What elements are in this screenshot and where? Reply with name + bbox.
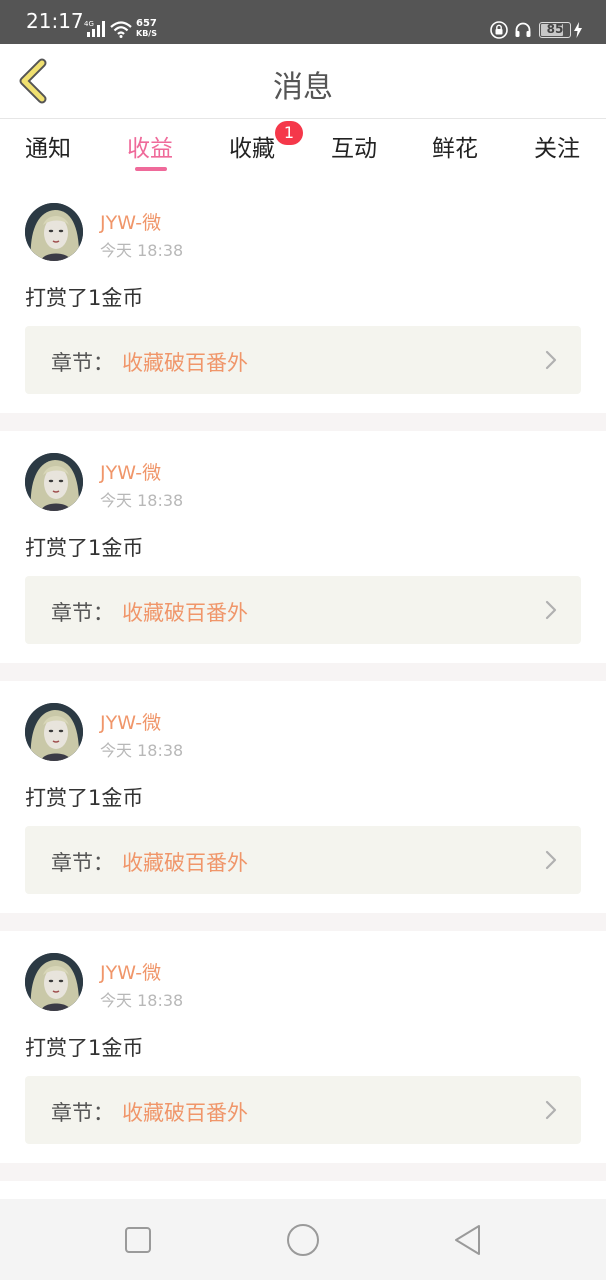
status-time: 21:17: [26, 9, 84, 33]
username-link[interactable]: JYW-微: [100, 458, 161, 485]
divider: [0, 913, 606, 931]
divider: [0, 1163, 606, 1181]
triangle-back-icon: [455, 1225, 480, 1255]
chapter-link[interactable]: 章节： 收藏破百番外: [25, 576, 581, 644]
home-button[interactable]: [286, 1223, 320, 1257]
tab-label: 关注: [534, 136, 580, 162]
tab-flowers[interactable]: 鲜花: [432, 129, 478, 163]
unread-badge: 1: [275, 121, 303, 145]
message-text: 打赏了1金币: [25, 536, 144, 560]
tab-label: 鲜花: [432, 136, 478, 162]
chapter-name: 收藏破百番外: [122, 1101, 248, 1125]
lock-icon: [490, 21, 508, 39]
chapter-name: 收藏破百番外: [122, 601, 248, 625]
divider: [0, 413, 606, 431]
avatar[interactable]: [25, 953, 83, 1011]
circle-icon: [287, 1224, 319, 1256]
speed-value: 657: [136, 18, 157, 29]
signal-icon: 4G: [84, 20, 105, 37]
chapter-label: 章节：: [51, 1101, 114, 1125]
tab-label: 收藏: [229, 136, 275, 162]
avatar[interactable]: [25, 703, 83, 761]
username-link[interactable]: JYW-微: [100, 958, 161, 985]
page-title: 消息: [273, 70, 333, 105]
chapter-link[interactable]: 章节： 收藏破百番外: [25, 826, 581, 894]
chapter-label: 章节：: [51, 601, 114, 625]
divider: [0, 663, 606, 681]
chevron-right-icon: [545, 1100, 557, 1120]
message-text: 打赏了1金币: [25, 786, 144, 810]
chapter-label: 章节：: [51, 851, 114, 875]
network-type: 4G: [84, 20, 94, 28]
square-icon: [125, 1227, 151, 1253]
tab-favorites[interactable]: 收藏 1: [229, 121, 303, 163]
username-link[interactable]: JYW-微: [100, 208, 161, 235]
message-text: 打赏了1金币: [25, 1036, 144, 1060]
timestamp: 今天 18:38: [100, 491, 184, 510]
tab-earnings[interactable]: 收益: [127, 129, 173, 163]
chapter-label: 章节：: [51, 351, 114, 375]
header-bar: 消息: [0, 44, 606, 119]
avatar[interactable]: [25, 203, 83, 261]
wifi-icon: [110, 21, 132, 38]
avatar-image: [25, 203, 83, 261]
avatar[interactable]: [25, 453, 83, 511]
avatar-image: [25, 453, 83, 511]
timestamp: 今天 18:38: [100, 241, 184, 260]
avatar-image: [25, 703, 83, 761]
list-item: JYW-微 今天 18:38 打赏了1金币 章节： 收藏破百番外: [0, 431, 606, 663]
status-bar: 21:17 4G 657 KB/S 85: [0, 0, 606, 44]
timestamp: 今天 18:38: [100, 991, 184, 1010]
recent-apps-button[interactable]: [121, 1223, 155, 1257]
message-list: JYW-微 今天 18:38 打赏了1金币 章节： 收藏破百番外 JYW-微 今…: [0, 181, 606, 1181]
tab-label: 通知: [25, 136, 71, 162]
timestamp: 今天 18:38: [100, 741, 184, 760]
chapter-link[interactable]: 章节： 收藏破百番外: [25, 326, 581, 394]
system-nav-bar: [0, 1199, 606, 1280]
chevron-right-icon: [545, 350, 557, 370]
tab-notifications[interactable]: 通知: [25, 129, 71, 163]
avatar-image: [25, 953, 83, 1011]
speed-unit: KB/S: [136, 29, 157, 38]
chapter-name: 收藏破百番外: [122, 851, 248, 875]
list-item: JYW-微 今天 18:38 打赏了1金币 章节： 收藏破百番外: [0, 931, 606, 1163]
chapter-link[interactable]: 章节： 收藏破百番外: [25, 1076, 581, 1144]
tab-bar: 通知 收益 收藏 1 互动 鲜花 关注: [0, 119, 606, 181]
list-item: JYW-微 今天 18:38 打赏了1金币 章节： 收藏破百番外: [0, 681, 606, 913]
system-back-button[interactable]: [451, 1223, 485, 1257]
tab-interactions[interactable]: 互动: [331, 129, 377, 163]
battery-level: 85: [546, 22, 564, 36]
network-speed: 657 KB/S: [136, 19, 157, 39]
tab-following[interactable]: 关注: [534, 129, 580, 163]
chapter-name: 收藏破百番外: [122, 351, 248, 375]
headphone-icon: [515, 22, 531, 37]
chevron-right-icon: [545, 850, 557, 870]
message-text: 打赏了1金币: [25, 286, 144, 310]
tab-label: 收益: [127, 136, 173, 162]
active-tab-indicator: [135, 167, 167, 171]
battery-indicator: 85: [539, 22, 571, 38]
list-item: JYW-微 今天 18:38 打赏了1金币 章节： 收藏破百番外: [0, 181, 606, 413]
username-link[interactable]: JYW-微: [100, 708, 161, 735]
tab-label: 互动: [331, 136, 377, 162]
chevron-right-icon: [545, 600, 557, 620]
bolt-icon: [574, 22, 582, 38]
